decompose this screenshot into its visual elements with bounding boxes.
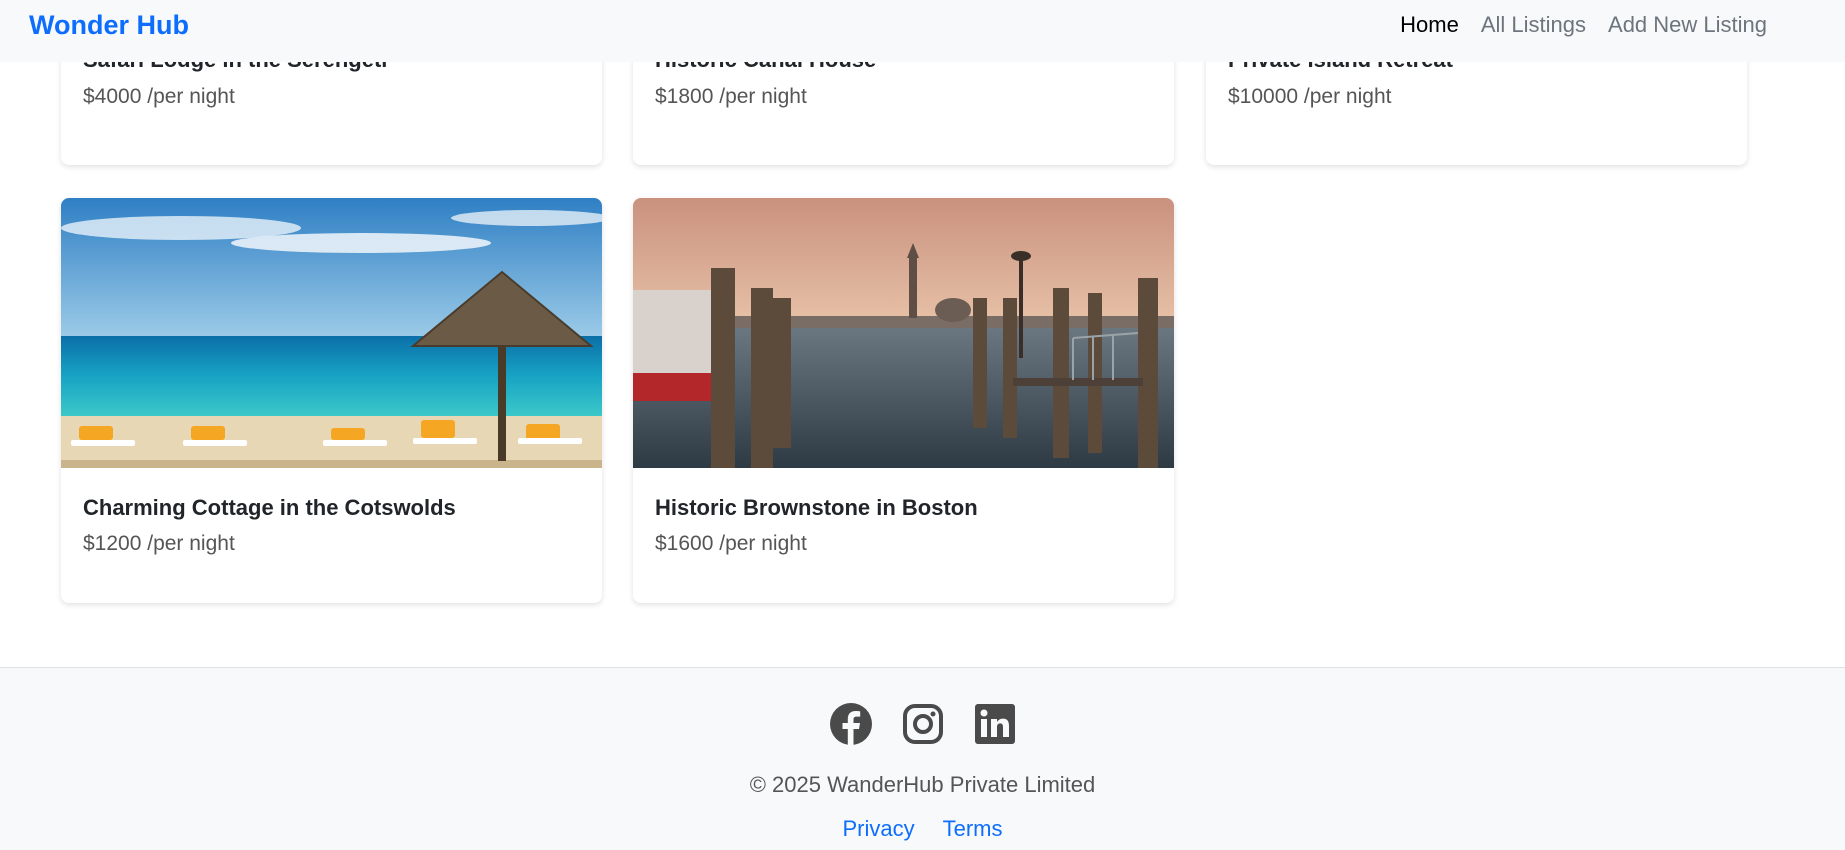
privacy-link[interactable]: Privacy [842,816,914,842]
nav-links: Home All Listings Add New Listing [1400,12,1767,38]
listing-price: $4000 /per night [83,85,235,108]
listing-title: Charming Cottage in the Cotswolds [83,495,456,520]
nav-link-home[interactable]: Home [1400,12,1459,38]
top-navbar: Wonder Hub Home All Listings Add New Lis… [0,0,1845,62]
social-links [0,702,1845,746]
linkedin-icon[interactable] [973,702,1017,746]
listing-title: Historic Brownstone in Boston [655,495,978,520]
nav-link-all-listings[interactable]: All Listings [1481,12,1586,38]
beach-umbrella-image [61,198,602,468]
terms-link[interactable]: Terms [943,816,1003,842]
listing-image[interactable] [61,198,602,468]
venice-pier-image [633,198,1174,468]
brand-logo-link[interactable]: Wonder Hub [29,10,189,41]
listing-price: $1800 /per night [655,85,807,108]
listing-price: $10000 /per night [1228,85,1392,108]
footer-links: Privacy Terms [0,816,1845,842]
nav-link-add-new-listing[interactable]: Add New Listing [1608,12,1767,38]
listing-price: $1200 /per night [83,532,235,555]
listing-card[interactable]: Historic Brownstone in Boston $1600 /per… [633,198,1174,603]
instagram-icon[interactable] [901,702,945,746]
facebook-icon[interactable] [829,702,873,746]
listing-image[interactable] [633,198,1174,468]
page-footer: © 2025 WanderHub Private Limited Privacy… [0,667,1845,850]
copyright-text: © 2025 WanderHub Private Limited [749,772,1096,797]
listing-card[interactable]: Charming Cottage in the Cotswolds $1200 … [61,198,602,603]
listing-price: $1600 /per night [655,532,807,555]
